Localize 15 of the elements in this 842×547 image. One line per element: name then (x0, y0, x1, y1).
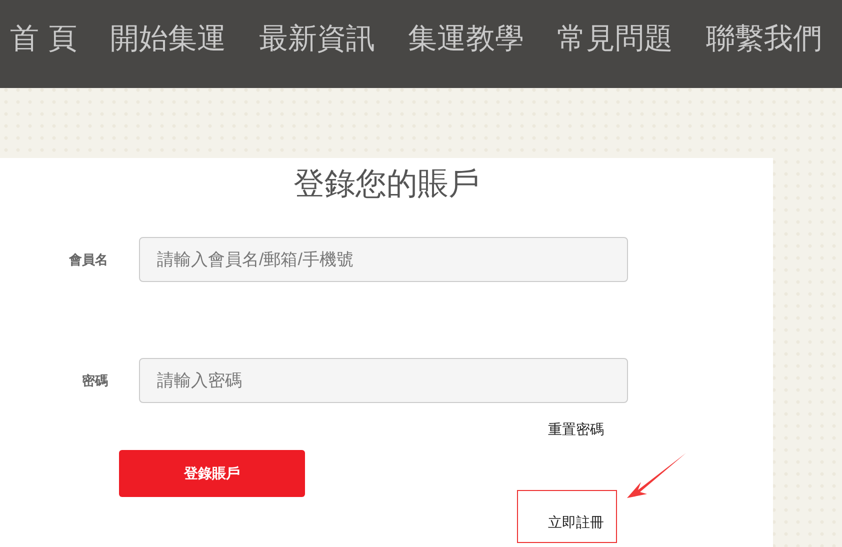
reset-password-link[interactable]: 重置密碼 (548, 421, 604, 437)
nav-link[interactable]: 常見問題 (557, 18, 674, 58)
annotation-arrow (626, 452, 687, 500)
nav-link[interactable]: 聯繫我們 (706, 18, 822, 58)
login-title: 登錄您的賬戶 (294, 165, 480, 204)
input-field[interactable]: 請輸入會員名/郵箱/手機號 (139, 237, 628, 282)
nav-link[interactable]: 最新資訊 (259, 18, 376, 58)
field-label: 會員名 (69, 250, 108, 269)
nav-link[interactable]: 開始集運 (110, 18, 226, 58)
nav-link[interactable]: 集運教學 (408, 18, 524, 58)
field-label: 密碼 (82, 372, 108, 390)
register-link[interactable]: 立即註冊 (517, 490, 617, 543)
nav-link[interactable]: 首 頁 (10, 18, 78, 58)
input-field[interactable]: 請輸入密碼 (139, 358, 628, 403)
login-button[interactable]: 登錄賬戶 (119, 450, 305, 497)
